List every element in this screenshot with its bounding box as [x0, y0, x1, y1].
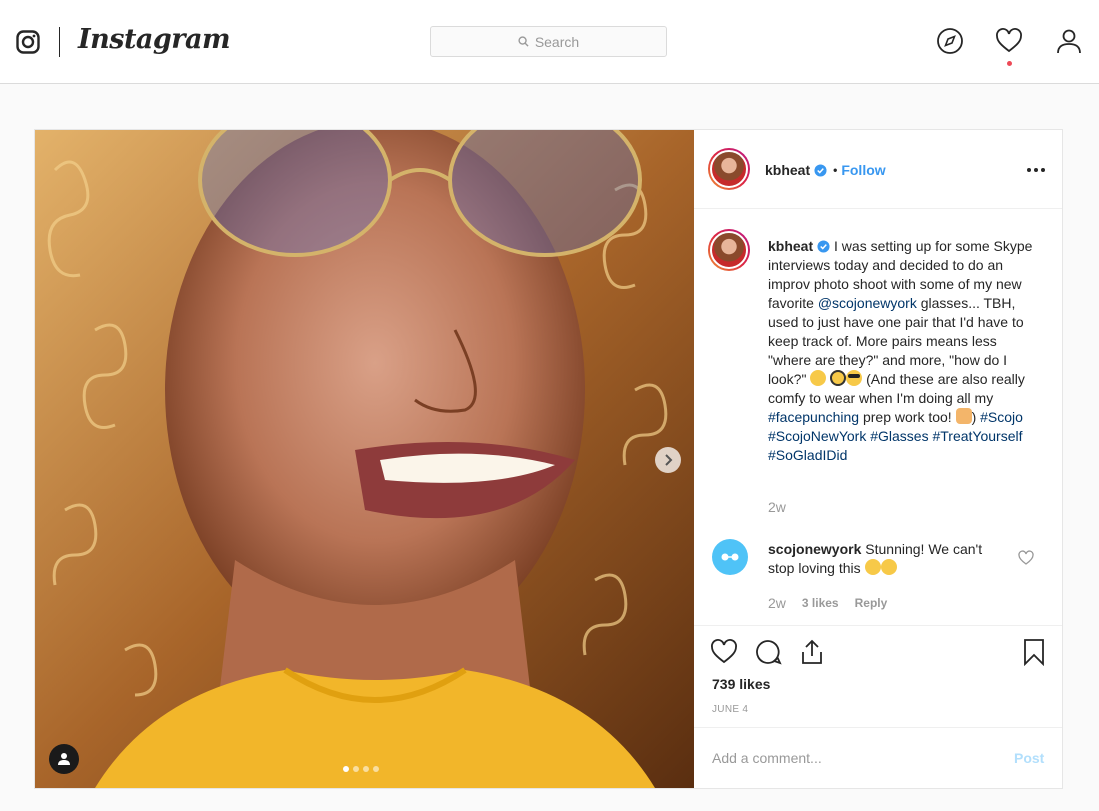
hashtag-link[interactable]: #Scojo: [980, 409, 1023, 425]
carousel-dot: [363, 766, 369, 772]
post-actions: 739 likes JUNE 4 Add a comment... Post: [694, 625, 1062, 788]
caption-username[interactable]: kbheat: [768, 238, 813, 254]
compass-icon[interactable]: [936, 27, 964, 55]
carousel-dot: [353, 766, 359, 772]
profile-icon[interactable]: [1055, 27, 1083, 55]
hashtag-link[interactable]: #ScojoNewYork: [768, 428, 866, 444]
instagram-glyph-icon[interactable]: [16, 30, 40, 54]
search-input[interactable]: Search: [430, 26, 667, 57]
instagram-wordmark[interactable]: Instagram: [78, 24, 231, 55]
grin-emoji-icon: [810, 370, 827, 386]
comment-likes-count[interactable]: 3 likes: [802, 596, 839, 610]
carousel-dot: [343, 766, 349, 772]
share-icon[interactable]: [798, 638, 826, 666]
carousel-dot: [373, 766, 379, 772]
verified-badge-icon: [814, 163, 827, 177]
post-header: kbheat • Follow: [694, 130, 1062, 209]
hashtag-link[interactable]: #Glasses: [870, 428, 928, 444]
hashtag-link[interactable]: #TreatYourself: [932, 428, 1022, 444]
portrait-illustration: [35, 130, 694, 788]
nerd-emoji-icon: [830, 370, 847, 386]
person-tag-icon: [58, 753, 70, 765]
add-comment-input[interactable]: Add a comment...: [712, 750, 822, 766]
chevron-right-icon: [665, 454, 673, 466]
carousel-indicator: [343, 766, 379, 772]
caption-avatar[interactable]: [708, 229, 750, 271]
comment-username[interactable]: scojonewyork: [768, 541, 861, 557]
raised-hands-emoji-icon: [955, 408, 972, 424]
comment-like-heart-icon[interactable]: [1018, 550, 1034, 566]
add-comment-bar: Add a comment... Post: [694, 727, 1062, 789]
mention-link[interactable]: @scojonewyork: [818, 295, 917, 311]
search-placeholder: Search: [534, 33, 580, 50]
follow-button[interactable]: Follow: [841, 162, 885, 178]
smile-emoji-icon: [880, 559, 897, 575]
top-nav: Instagram Search: [0, 0, 1099, 84]
tagged-users-button[interactable]: [49, 744, 79, 774]
comment: scojonewyork Stunning! We can't stop lov…: [768, 540, 1008, 578]
post-comment-button[interactable]: Post: [1014, 750, 1044, 766]
glasses-logo-icon: [721, 553, 739, 561]
reply-button[interactable]: Reply: [855, 596, 888, 610]
grin-emoji-icon: [864, 559, 881, 575]
logo-divider: [59, 27, 60, 57]
notification-dot: [1007, 61, 1012, 66]
post-photo[interactable]: [35, 130, 694, 788]
heart-icon[interactable]: [995, 27, 1023, 55]
separator-bullet: •: [833, 163, 838, 177]
sunglasses-emoji-icon: [846, 370, 863, 386]
caption-timestamp: 2w: [768, 499, 786, 515]
author-info: kbheat • Follow: [765, 162, 886, 178]
post-date: JUNE 4: [712, 704, 749, 715]
commenter-avatar[interactable]: [712, 539, 748, 575]
post-card: kbheat • Follow kbheat I was setting up …: [34, 129, 1063, 789]
verified-badge-icon: [817, 240, 830, 253]
author-avatar[interactable]: [708, 148, 750, 190]
like-heart-icon[interactable]: [710, 638, 738, 666]
hashtag-link[interactable]: #SoGladIDid: [768, 447, 847, 463]
caption-text: (And these are also really comfy to wear…: [768, 371, 1025, 406]
post-sidebar: kbheat • Follow kbheat I was setting up …: [694, 130, 1062, 788]
bookmark-icon[interactable]: [1020, 638, 1048, 666]
carousel-next-button[interactable]: [655, 447, 681, 473]
likes-count[interactable]: 739 likes: [712, 676, 770, 692]
comment-meta: 2w 3 likes Reply: [768, 595, 903, 611]
more-horizontal-icon: [1027, 168, 1045, 172]
caption-text: ): [971, 409, 977, 425]
search-icon: [518, 36, 529, 47]
caption-text: prep work too!: [862, 409, 952, 425]
author-username[interactable]: kbheat: [765, 162, 810, 178]
post-caption: kbheat I was setting up for some Skype i…: [768, 237, 1043, 465]
comment-timestamp: 2w: [768, 595, 786, 611]
hashtag-link[interactable]: #facepunching: [768, 409, 859, 425]
more-options-button[interactable]: [1024, 158, 1048, 182]
comment-bubble-icon[interactable]: [754, 638, 782, 666]
